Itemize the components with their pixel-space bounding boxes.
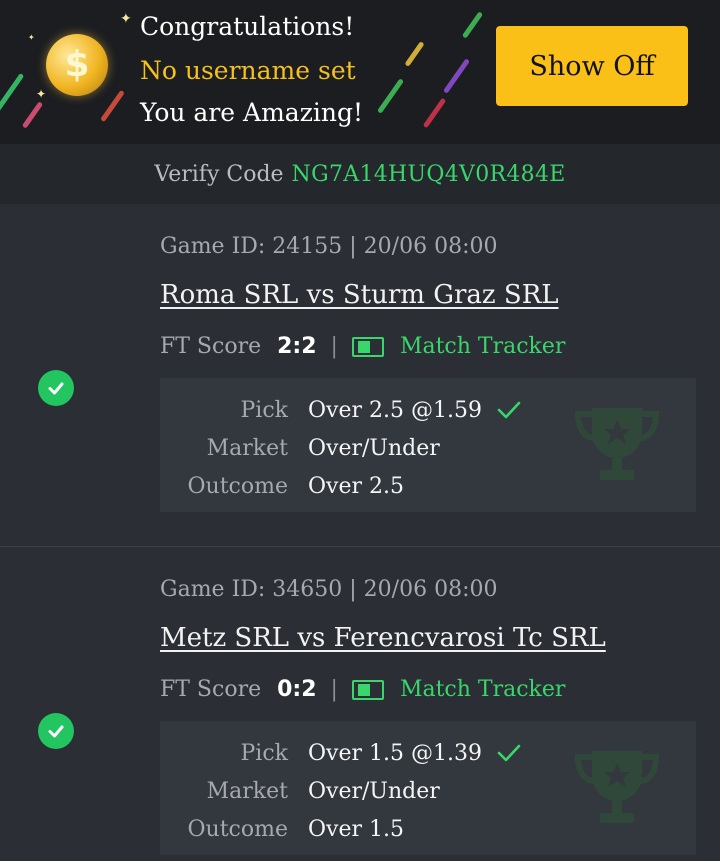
pick-row: Pick Over 1.5 @1.39 — [160, 735, 696, 771]
congrats-text: Congratulations! — [140, 12, 355, 41]
match-tracker-icon — [351, 336, 384, 357]
dollar-coin-icon: $ — [46, 34, 108, 96]
bet-card: Game ID: 34650 | 20/06 08:00 Metz SRL vs… — [0, 546, 720, 861]
sparkle-icon: ✦ — [36, 87, 47, 101]
verify-label: Verify Code — [154, 161, 284, 187]
sparkle-icon: ✦ — [120, 11, 132, 27]
outcome-label: Outcome — [187, 473, 289, 499]
match-tracker-link[interactable]: Match Tracker — [351, 334, 566, 359]
bet-details-panel: Pick Over 2.5 @1.59 Market Over/Under Ou… — [160, 378, 696, 512]
bet-card: Game ID: 24155 | 20/06 08:00 Roma SRL vs… — [0, 204, 720, 546]
confetti-streak — [376, 78, 405, 114]
confetti-streak — [422, 97, 447, 129]
ft-score-row: FT Score 2:2 | Match Tracker — [160, 334, 565, 359]
ft-score-row: FT Score 0:2 | Match Tracker — [160, 677, 565, 702]
pick-value-wrap: Over 1.5 @1.39 — [308, 741, 522, 766]
outcome-value: Over 1.5 — [308, 816, 404, 842]
market-value: Over/Under — [308, 778, 440, 804]
game-id: Game ID: 34650 | 20/06 08:00 — [160, 577, 498, 602]
match-tracker-link[interactable]: Match Tracker — [351, 677, 566, 702]
ft-score-label: FT Score — [160, 677, 262, 702]
game-id: Game ID: 24155 | 20/06 08:00 — [160, 234, 498, 259]
check-circle-icon — [38, 370, 74, 406]
bet-details-panel: Pick Over 1.5 @1.39 Market Over/Under Ou… — [160, 721, 696, 855]
outcome-label: Outcome — [187, 816, 289, 842]
pick-label: Pick — [240, 740, 289, 766]
checkmark-icon — [497, 401, 521, 419]
username-text: No username set — [140, 56, 356, 85]
confetti-streak — [21, 101, 44, 129]
match-tracker-label: Match Tracker — [399, 677, 566, 702]
outcome-row: Outcome Over 1.5 — [160, 811, 696, 847]
confetti-streak — [404, 41, 425, 67]
separator: | — [330, 677, 338, 702]
confetti-streak — [0, 72, 25, 116]
pick-value-wrap: Over 2.5 @1.59 — [308, 398, 522, 423]
check-circle-icon — [38, 713, 74, 749]
confetti-streak — [461, 11, 484, 39]
confetti-streak — [442, 58, 471, 94]
checkmark-icon — [497, 744, 521, 762]
pick-label: Pick — [240, 397, 289, 423]
ft-score-value: 0:2 — [277, 677, 317, 702]
market-label: Market — [206, 778, 288, 804]
show-off-button[interactable]: Show Off — [496, 26, 688, 106]
confetti-streak — [100, 89, 125, 123]
match-title-link[interactable]: Roma SRL vs Sturm Graz SRL — [160, 280, 559, 310]
market-row: Market Over/Under — [160, 773, 696, 809]
congrats-banner: ✦ ✦ ✦ $ Congratulations! No username set… — [0, 0, 720, 144]
separator: | — [330, 334, 338, 359]
verify-code[interactable]: NG7A14HUQ4V0R484E — [292, 162, 566, 187]
market-value: Over/Under — [308, 435, 440, 461]
amazing-text: You are Amazing! — [140, 98, 364, 127]
match-title-link[interactable]: Metz SRL vs Ferencvarosi Tc SRL — [160, 623, 606, 653]
verify-code-bar: Verify Code NG7A14HUQ4V0R484E — [0, 144, 720, 204]
pick-value: Over 1.5 @1.39 — [308, 740, 482, 766]
match-tracker-icon — [351, 679, 384, 700]
match-tracker-label: Match Tracker — [399, 334, 566, 359]
ft-score-label: FT Score — [160, 334, 262, 359]
ft-score-value: 2:2 — [277, 334, 317, 359]
outcome-row: Outcome Over 2.5 — [160, 468, 696, 504]
outcome-value: Over 2.5 — [308, 473, 404, 499]
pick-value: Over 2.5 @1.59 — [308, 397, 482, 423]
sparkle-icon: ✦ — [28, 33, 35, 42]
market-label: Market — [206, 435, 288, 461]
pick-row: Pick Over 2.5 @1.59 — [160, 392, 696, 428]
market-row: Market Over/Under — [160, 430, 696, 466]
